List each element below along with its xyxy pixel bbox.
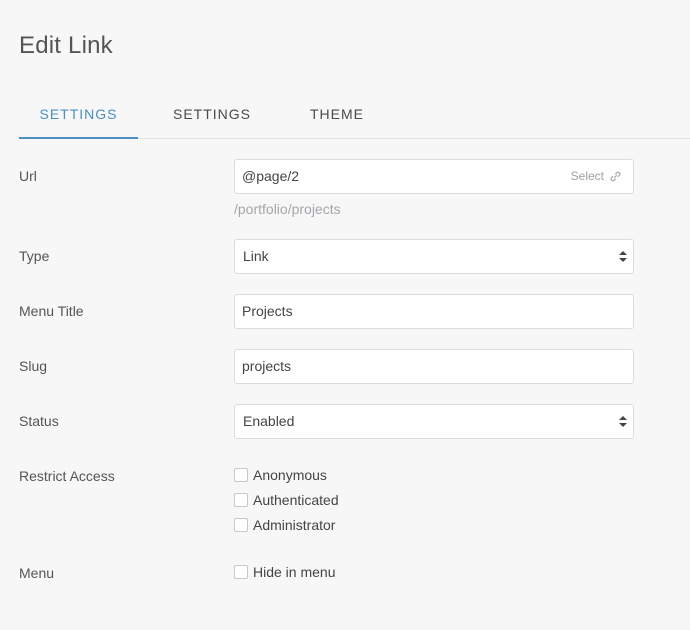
access-option-anonymous[interactable]: Anonymous <box>234 467 327 483</box>
type-select[interactable]: Link <box>234 239 634 274</box>
status-select-value: Enabled <box>243 413 295 429</box>
url-select-label: Select <box>570 169 604 183</box>
select-arrows-icon <box>619 415 627 429</box>
administrator-label: Administrator <box>253 517 336 533</box>
tab-settings-2[interactable]: SETTINGS <box>158 96 266 138</box>
slug-input[interactable]: projects <box>234 349 634 384</box>
access-option-authenticated[interactable]: Authenticated <box>234 492 339 508</box>
url-resolved-path: /portfolio/projects <box>234 201 341 217</box>
anonymous-label: Anonymous <box>253 467 327 483</box>
url-input[interactable]: @page/2 Select <box>234 159 634 194</box>
tab-settings-1[interactable]: SETTINGS <box>19 96 138 139</box>
tab-theme[interactable]: THEME <box>295 96 379 138</box>
select-arrows-icon <box>619 250 627 264</box>
menu-title-label: Menu Title <box>19 303 84 319</box>
restrict-access-label: Restrict Access <box>19 468 115 484</box>
anonymous-checkbox[interactable] <box>234 468 248 482</box>
administrator-checkbox[interactable] <box>234 518 248 532</box>
type-label: Type <box>19 248 50 264</box>
hide-in-menu-checkbox[interactable] <box>234 565 248 579</box>
authenticated-checkbox[interactable] <box>234 493 248 507</box>
url-value: @page/2 <box>242 168 300 184</box>
menu-title-value: Projects <box>242 303 293 319</box>
slug-label: Slug <box>19 358 48 374</box>
slug-value: projects <box>242 358 292 374</box>
authenticated-label: Authenticated <box>253 492 339 508</box>
tab-bar: SETTINGS SETTINGS THEME <box>19 96 690 139</box>
hide-in-menu-label: Hide in menu <box>253 564 336 580</box>
hide-in-menu-option[interactable]: Hide in menu <box>234 564 336 580</box>
url-select-button[interactable]: Select <box>571 160 621 193</box>
menu-title-input[interactable]: Projects <box>234 294 634 329</box>
status-label: Status <box>19 413 59 429</box>
link-icon <box>610 171 621 182</box>
access-option-administrator[interactable]: Administrator <box>234 517 335 533</box>
menu-label: Menu <box>19 565 55 581</box>
page-title: Edit Link <box>19 32 113 59</box>
status-select[interactable]: Enabled <box>234 404 634 439</box>
edit-link-panel: Edit Link SETTINGS SETTINGS THEME Url @p… <box>0 0 690 630</box>
type-select-value: Link <box>243 248 269 264</box>
url-label: Url <box>19 168 37 184</box>
